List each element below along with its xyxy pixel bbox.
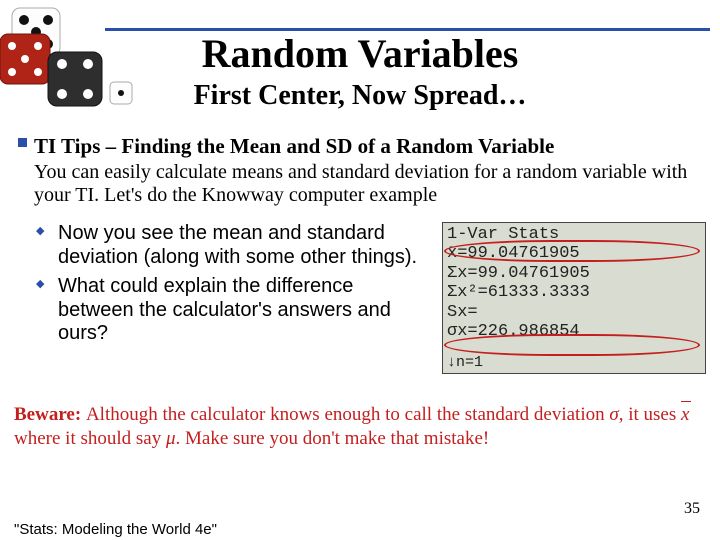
beware-text: Although the calculator knows enough to … [86, 404, 609, 425]
beware-text: . Make sure you don't make that mistake! [176, 428, 490, 449]
sigma-symbol: σ [609, 404, 618, 425]
calc-line: Σx²=61333.3333 [447, 283, 701, 302]
list-item: Now you see the mean and standard deviat… [36, 222, 432, 269]
mu-symbol: μ [166, 428, 176, 449]
beware-note: Beware: Although the calculator knows en… [14, 403, 706, 451]
slide-title: Random Variables [0, 30, 720, 77]
section-block: TI Tips – Finding the Mean and SD of a R… [34, 134, 696, 207]
footer-citation: "Stats: Modeling the World 4e" [14, 521, 217, 538]
calculator-screenshot: 1-Var Stats x̄=99.04761905 Σx=99.0476190… [442, 222, 706, 374]
page-number: 35 [684, 500, 700, 518]
calc-line: Σx=99.04761905 [447, 264, 701, 283]
list-item: What could explain the difference betwee… [36, 275, 432, 346]
section-bullet-icon [18, 138, 27, 147]
xbar-symbol: x [681, 404, 689, 425]
calc-line: Sx= [447, 303, 701, 322]
bullet-column: Now you see the mean and standard deviat… [18, 222, 432, 374]
highlight-oval [444, 334, 700, 356]
calc-line: ↓n=1 [447, 354, 483, 371]
section-heading: TI Tips – Finding the Mean and SD of a R… [34, 134, 696, 159]
beware-text: , it uses [619, 404, 681, 425]
beware-label: Beware: [14, 404, 86, 425]
beware-text: where it should say [14, 428, 166, 449]
highlight-oval [444, 240, 700, 262]
slide-subtitle: First Center, Now Spread… [0, 80, 720, 112]
section-body: You can easily calculate means and stand… [34, 161, 696, 207]
